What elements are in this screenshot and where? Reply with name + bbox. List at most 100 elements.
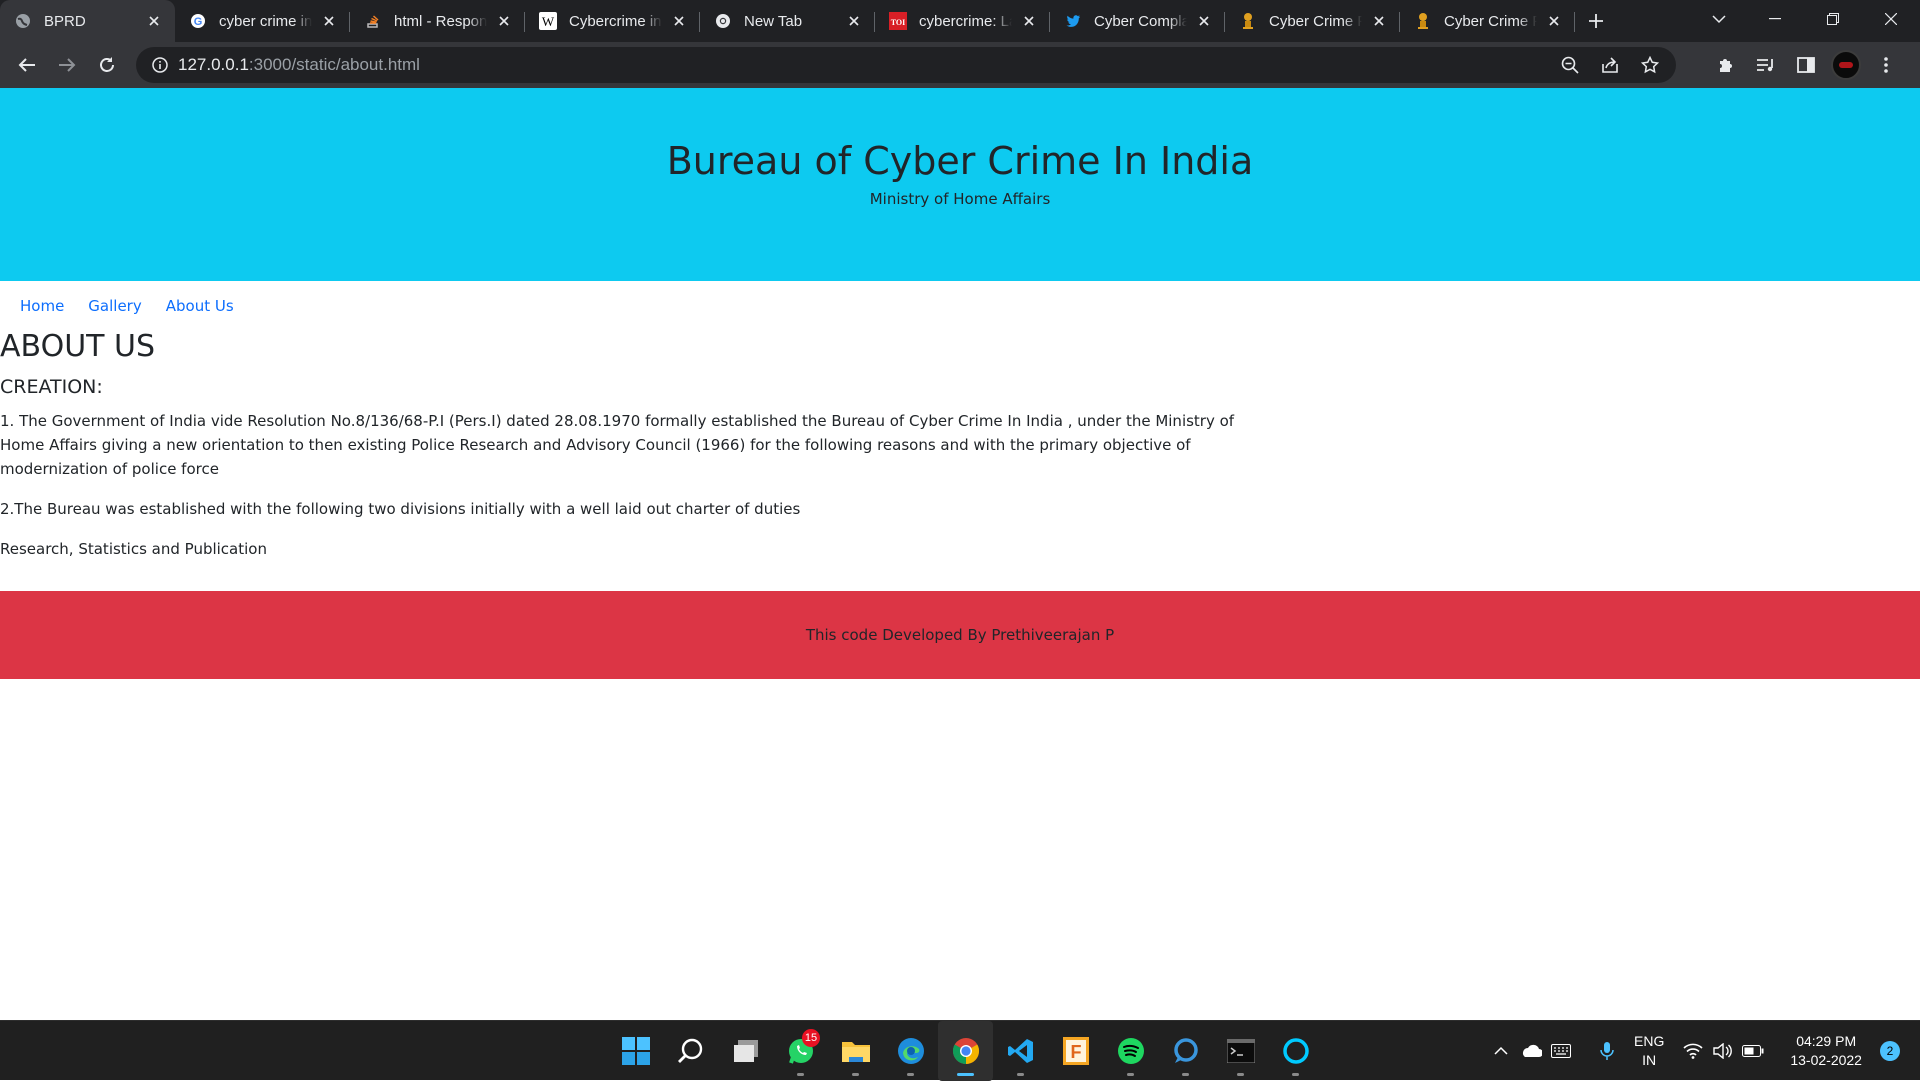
battery-button[interactable] [1738, 1031, 1768, 1071]
close-icon[interactable] [1370, 12, 1388, 30]
chrome-button[interactable] [938, 1021, 993, 1081]
nav-about-link[interactable]: About Us [154, 297, 246, 315]
task-view-button[interactable] [718, 1021, 773, 1081]
globe-icon [14, 12, 32, 30]
whatsapp-button[interactable]: 15 [773, 1021, 828, 1081]
arrow-right-icon [59, 58, 76, 72]
emblem-icon [1239, 12, 1257, 30]
notification-center-button[interactable]: 2 [1879, 1041, 1900, 1061]
avatar [1831, 50, 1861, 80]
date: 13-02-2022 [1790, 1052, 1862, 1068]
web-page: Bureau of Cyber Crime In India Ministry … [0, 88, 1920, 1020]
chrome-icon [714, 12, 732, 30]
media-button[interactable] [1746, 45, 1786, 85]
system-tray: ENG IN 04:29 PM 13-02-2022 2 [1486, 1021, 1900, 1081]
nav-gallery-link[interactable]: Gallery [76, 297, 153, 315]
taskbar: 15 F ENG IN 04:29 PM 13-02-2022 2 [0, 1020, 1920, 1081]
paragraph-1: 1. The Government of India vide Resoluti… [0, 412, 1235, 478]
share-icon [1602, 57, 1618, 73]
nav-home-link[interactable]: Home [8, 297, 76, 315]
microphone-button[interactable] [1592, 1031, 1622, 1071]
tab-title: Cyber Compla [1094, 12, 1187, 30]
file-explorer-icon [841, 1042, 870, 1062]
close-icon[interactable] [1195, 12, 1213, 30]
tab-stackoverflow[interactable]: html - Respon [350, 0, 525, 42]
chevron-up-icon [1494, 1046, 1508, 1055]
forward-button[interactable] [47, 45, 87, 85]
tab-new-tab[interactable]: New Tab [700, 0, 875, 42]
terminal-icon [1226, 1039, 1255, 1063]
twitter-icon [1064, 12, 1082, 30]
share-button[interactable] [1590, 47, 1630, 83]
edge-button[interactable] [883, 1021, 938, 1081]
tab-title: html - Respon [394, 12, 487, 30]
tab-title: New Tab [744, 12, 803, 30]
page-heading: ABOUT US [0, 329, 156, 364]
volume-icon [1713, 1043, 1733, 1059]
file-explorer-button[interactable] [828, 1021, 883, 1081]
extensions-button[interactable] [1706, 45, 1746, 85]
profile-button[interactable] [1826, 45, 1866, 85]
zoom-button[interactable] [1550, 47, 1590, 83]
cortana-icon [1173, 1038, 1198, 1063]
close-icon[interactable] [145, 12, 163, 30]
tab-google-search[interactable]: G cyber crime in [175, 0, 350, 42]
close-icon[interactable] [670, 12, 688, 30]
side-panel-button[interactable] [1786, 45, 1826, 85]
site-header: Bureau of Cyber Crime In India Ministry … [0, 88, 1920, 281]
figma-button[interactable]: F [1048, 1021, 1103, 1081]
back-button[interactable] [7, 45, 47, 85]
close-icon[interactable] [1020, 12, 1038, 30]
tab-toi[interactable]: TOI cybercrime: La [875, 0, 1050, 42]
terminal-button[interactable] [1213, 1021, 1268, 1081]
address-bar[interactable]: 127.0.0.1:3000/static/about.html [136, 47, 1676, 83]
bookmark-button[interactable] [1630, 47, 1670, 83]
close-icon[interactable] [320, 12, 338, 30]
restore-button[interactable] [1804, 0, 1862, 38]
figma-icon: F [1062, 1037, 1089, 1065]
notification-badge: 15 [802, 1029, 820, 1047]
windows-start-icon [621, 1037, 650, 1065]
stackoverflow-icon [364, 12, 382, 30]
tab-wikipedia[interactable]: W Cybercrime in [525, 0, 700, 42]
close-icon[interactable] [845, 12, 863, 30]
clock[interactable]: 04:29 PM 13-02-2022 [1790, 1032, 1862, 1070]
menu-button[interactable] [1866, 45, 1906, 85]
start-button[interactable] [608, 1021, 663, 1081]
info-icon[interactable] [142, 47, 178, 83]
reload-button[interactable] [87, 45, 127, 85]
svg-text:TOI: TOI [891, 18, 906, 27]
edge-icon [897, 1038, 924, 1064]
tab-title: Cyber Crime P [1444, 12, 1537, 30]
wifi-button[interactable] [1678, 1031, 1708, 1071]
paragraph-3: Research, Statistics and Publication [0, 540, 267, 558]
microphone-icon [1600, 1042, 1614, 1060]
vscode-button[interactable] [993, 1021, 1048, 1081]
tab-cyber-crime-portal-1[interactable]: Cyber Crime P [1225, 0, 1400, 42]
close-window-button[interactable] [1862, 0, 1920, 38]
vscode-icon [1007, 1039, 1033, 1063]
tab-bprd[interactable]: BPRD [0, 0, 175, 42]
alexa-button[interactable] [1268, 1021, 1323, 1081]
onedrive-button[interactable] [1516, 1031, 1546, 1071]
spotify-button[interactable] [1103, 1021, 1158, 1081]
volume-button[interactable] [1708, 1031, 1738, 1071]
show-hidden-icons-button[interactable] [1486, 1031, 1516, 1071]
new-tab-button[interactable] [1575, 0, 1617, 42]
close-icon[interactable] [1545, 12, 1563, 30]
minimize-button[interactable] [1746, 0, 1804, 38]
tab-search-button[interactable] [1696, 0, 1742, 38]
google-icon: G [189, 12, 207, 30]
search-button[interactable] [663, 1021, 718, 1081]
keyboard-button[interactable] [1546, 1031, 1576, 1071]
more-vert-icon [1884, 57, 1888, 73]
close-icon[interactable] [495, 12, 513, 30]
tab-twitter[interactable]: Cyber Compla [1050, 0, 1225, 42]
cortana-button[interactable] [1158, 1021, 1213, 1081]
tab-cyber-crime-portal-2[interactable]: Cyber Crime P [1400, 0, 1575, 42]
about-content: ABOUT US CREATION: 1. The Government of … [0, 329, 1920, 561]
taskbar-apps: 15 F [608, 1021, 1323, 1081]
language-indicator[interactable]: ENG IN [1634, 1032, 1664, 1070]
site-subtitle: Ministry of Home Affairs [869, 190, 1051, 208]
tab-title: Cybercrime in [569, 12, 662, 30]
